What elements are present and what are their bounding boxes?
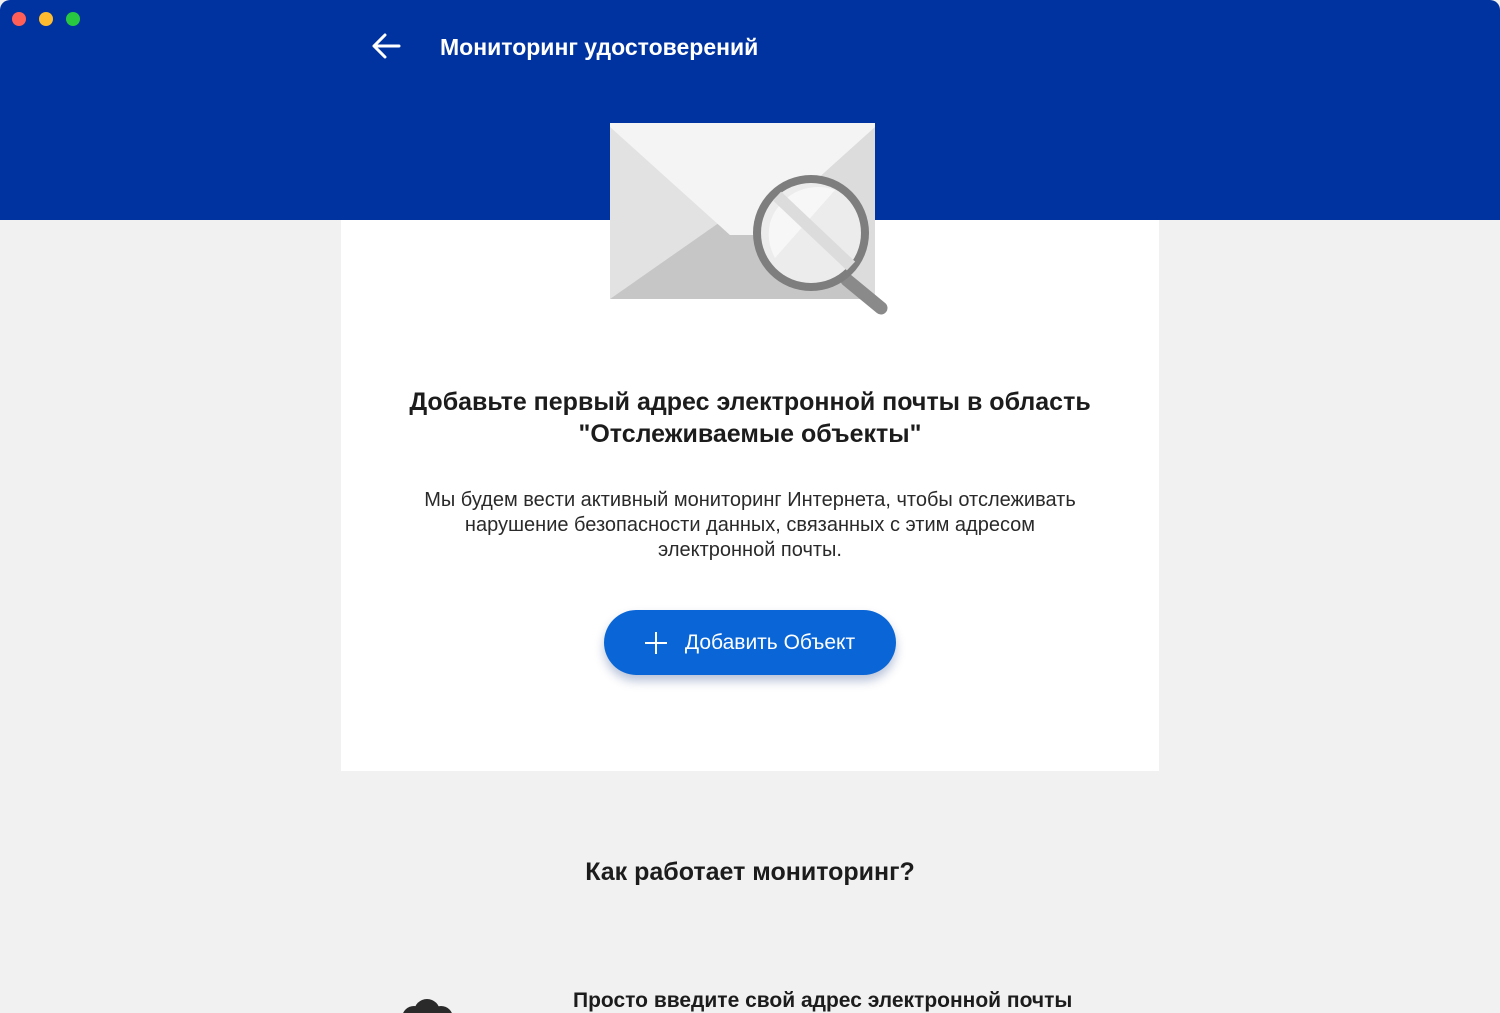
how-it-works-title: Как работает мониторинг? xyxy=(585,858,915,886)
app-window: Мониторинг удостоверений Добавьте первый… xyxy=(0,0,1500,1013)
envelope-magnifier-icon xyxy=(610,123,888,315)
add-item-button[interactable]: Добавить Объект xyxy=(604,610,896,675)
empty-state-title-line-1: Добавьте первый адрес электронной почты … xyxy=(409,388,1091,416)
how-it-works-step-1-text: Просто введите свой адрес электронной по… xyxy=(573,989,1073,1012)
close-window-button[interactable] xyxy=(12,12,26,26)
empty-state-description-line-1: Мы будем вести активный мониторинг Интер… xyxy=(424,489,1076,511)
empty-state-title: Добавьте первый адрес электронной почты … xyxy=(341,386,1159,450)
empty-state-description: Мы будем вести активный мониторинг Интер… xyxy=(341,488,1159,563)
empty-state-title-line-2: "Отслеживаемые объекты" xyxy=(578,420,922,448)
back-button[interactable] xyxy=(366,26,406,66)
maximize-window-button[interactable] xyxy=(66,12,80,26)
empty-state-description-line-2: нарушение безопасности данных, связанных… xyxy=(464,514,1036,536)
empty-state-description-line-3: электронной почты. xyxy=(658,539,842,561)
add-item-button-label: Добавить Объект xyxy=(684,630,856,654)
cloud-icon xyxy=(403,999,452,1013)
arrow-left-icon xyxy=(372,33,401,59)
minimize-window-button[interactable] xyxy=(39,12,53,26)
plus-icon xyxy=(644,631,667,654)
page-title: Мониторинг удостоверений xyxy=(440,34,759,60)
